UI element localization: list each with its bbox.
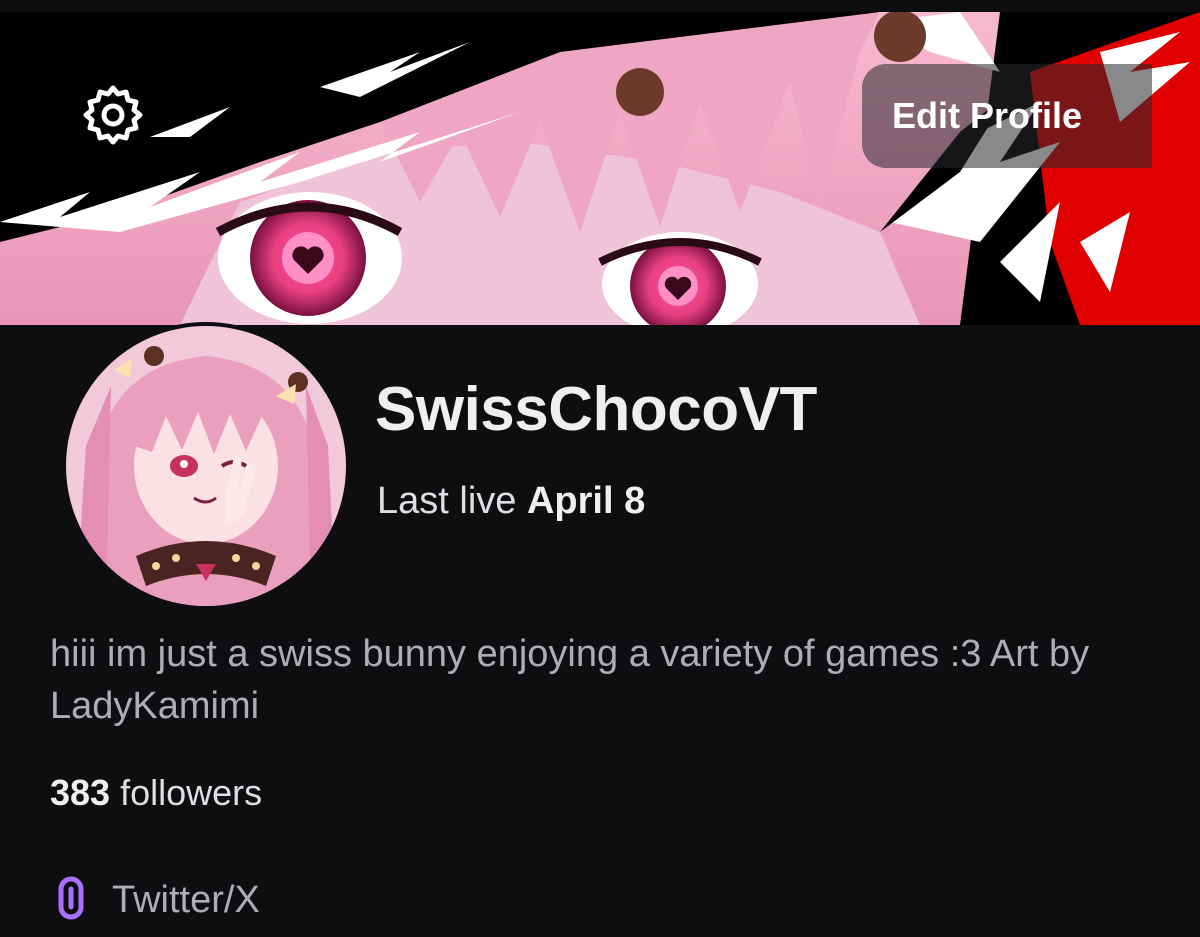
edit-profile-button[interactable]: Edit Profile bbox=[862, 64, 1152, 168]
top-strip bbox=[0, 0, 1200, 12]
settings-button[interactable] bbox=[75, 82, 151, 148]
last-live-status: Last live April 8 bbox=[377, 480, 645, 523]
profile-banner: Edit Profile bbox=[0, 12, 1200, 325]
last-live-date: April 8 bbox=[526, 480, 646, 522]
profile-bio: hiii im just a swiss bunny enjoying a va… bbox=[50, 633, 1090, 727]
avatar[interactable] bbox=[62, 322, 350, 610]
username: SwissChocoVT bbox=[375, 375, 817, 444]
social-link-twitter[interactable]: Twitter/X bbox=[58, 876, 260, 925]
followers-label: followers bbox=[120, 772, 263, 813]
followers-number: 383 bbox=[50, 772, 111, 813]
gear-icon bbox=[80, 82, 146, 148]
followers-count[interactable]: 383 followers bbox=[50, 772, 262, 814]
social-link-label: Twitter/X bbox=[112, 879, 260, 921]
banner-artwork bbox=[0, 12, 1200, 325]
avatar-image bbox=[66, 326, 346, 606]
last-live-prefix: Last live bbox=[377, 480, 517, 522]
link-icon bbox=[58, 876, 84, 925]
